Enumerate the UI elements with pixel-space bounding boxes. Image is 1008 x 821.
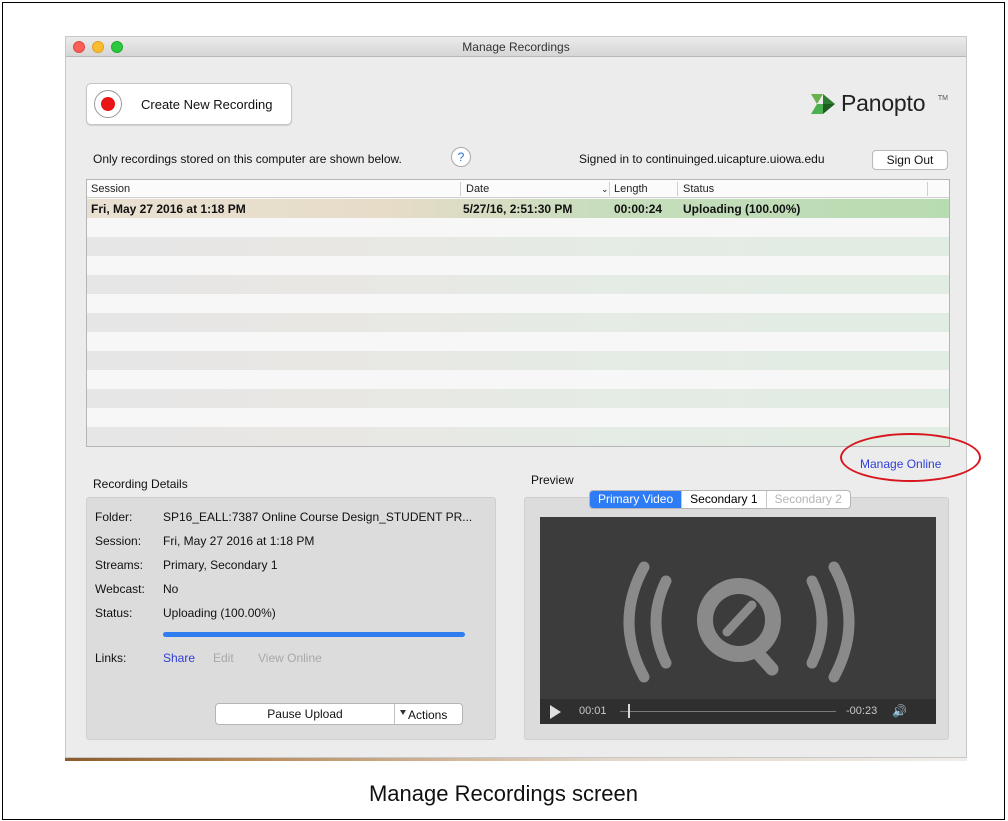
- column-header-length[interactable]: Length: [614, 183, 648, 195]
- column-header-session[interactable]: Session: [91, 183, 130, 195]
- pause-upload-button[interactable]: Pause Upload Actions: [215, 703, 463, 725]
- figure-caption: Manage Recordings screen: [368, 781, 639, 806]
- tab-secondary-1[interactable]: Secondary 1: [682, 491, 767, 508]
- figure-frame: Manage Recordings Create New Recording P…: [2, 2, 1005, 820]
- record-icon: [94, 90, 122, 118]
- create-new-recording-button[interactable]: Create New Recording: [86, 83, 292, 125]
- title-bar: Manage Recordings: [66, 37, 966, 57]
- signed-in-status: Signed in to continuinged.uicapture.uiow…: [579, 152, 825, 166]
- empty-row: [87, 389, 949, 408]
- elapsed-time: 00:01: [579, 705, 607, 717]
- help-button[interactable]: ?: [451, 147, 471, 167]
- links-label: Links:: [95, 651, 127, 665]
- remaining-time: -00:23: [846, 705, 878, 717]
- folder-label: Folder:: [95, 510, 133, 524]
- recordings-table: Session Date ⌄ Length Status Fri, May 27…: [86, 179, 950, 447]
- row-length: 00:00:24: [614, 202, 663, 216]
- share-link[interactable]: Share: [163, 651, 195, 665]
- scrubber-track[interactable]: [620, 711, 836, 712]
- panopto-wordmark: Panopto: [841, 90, 926, 116]
- panopto-logo-icon: [811, 94, 835, 114]
- actions-dropdown[interactable]: Actions: [408, 708, 447, 722]
- annotation-highlight-circle: [840, 433, 981, 482]
- panopto-logo: Panopto TM: [809, 89, 948, 119]
- folder-value: SP16_EALL:7387 Online Course Design_STUD…: [163, 510, 473, 524]
- view-online-link[interactable]: View Online: [258, 651, 322, 665]
- row-status: Uploading (100.00%): [683, 202, 801, 216]
- empty-row: [87, 237, 949, 256]
- session-value: Fri, May 27 2016 at 1:18 PM: [163, 534, 315, 548]
- row-date: 5/27/16, 2:51:30 PM: [463, 202, 573, 216]
- quicktime-icon: [623, 561, 855, 683]
- recording-details-heading: Recording Details: [93, 477, 188, 491]
- tab-primary-video[interactable]: Primary Video: [590, 491, 683, 508]
- webcast-label: Webcast:: [95, 582, 145, 596]
- stream-tabs: Primary Video Secondary 1 Secondary 2: [589, 490, 851, 509]
- column-header-date[interactable]: Date: [466, 183, 489, 195]
- column-header-status[interactable]: Status: [683, 183, 714, 195]
- edit-link[interactable]: Edit: [213, 651, 234, 665]
- preview-panel: Primary Video Secondary 1 Secondary 2 00…: [524, 490, 949, 740]
- preview-heading: Preview: [531, 473, 574, 487]
- dropdown-triangle-icon: [400, 710, 406, 715]
- play-icon[interactable]: [550, 705, 561, 719]
- empty-row: [87, 313, 949, 332]
- scrubber-handle[interactable]: [628, 704, 630, 718]
- empty-row: [87, 275, 949, 294]
- streams-value: Primary, Secondary 1: [163, 558, 278, 572]
- create-new-recording-label: Create New Recording: [141, 97, 273, 112]
- upload-progress-fill: [163, 632, 465, 637]
- sign-out-button[interactable]: Sign Out: [872, 150, 948, 170]
- table-header: Session Date ⌄ Length Status: [87, 180, 949, 198]
- table-row[interactable]: Fri, May 27 2016 at 1:18 PM 5/27/16, 2:5…: [87, 199, 949, 218]
- stored-recordings-note: Only recordings stored on this computer …: [93, 152, 402, 166]
- window-shadow: [65, 758, 967, 761]
- trademark-mark: TM: [937, 95, 948, 102]
- pause-upload-label: Pause Upload: [267, 707, 343, 721]
- row-session: Fri, May 27 2016 at 1:18 PM: [91, 202, 246, 216]
- recording-details-panel: Folder: SP16_EALL:7387 Online Course Des…: [86, 497, 496, 740]
- empty-row: [87, 427, 949, 446]
- manage-recordings-window: Manage Recordings Create New Recording P…: [65, 36, 981, 758]
- status-label: Status:: [95, 606, 133, 620]
- status-value: Uploading (100.00%): [163, 606, 276, 620]
- streams-label: Streams:: [95, 558, 144, 572]
- empty-row: [87, 351, 949, 370]
- session-label: Session:: [95, 534, 142, 548]
- video-player[interactable]: 00:01 -00:23 🔊: [540, 517, 936, 724]
- volume-icon[interactable]: 🔊: [892, 704, 907, 718]
- webcast-value: No: [163, 582, 179, 596]
- window-title: Manage Recordings: [462, 40, 570, 54]
- tab-secondary-2[interactable]: Secondary 2: [767, 491, 850, 508]
- video-controls: 00:01 -00:23 🔊: [540, 699, 936, 724]
- sort-chevron-down-icon[interactable]: ⌄: [601, 184, 609, 195]
- upload-progress-bar: [163, 632, 465, 637]
